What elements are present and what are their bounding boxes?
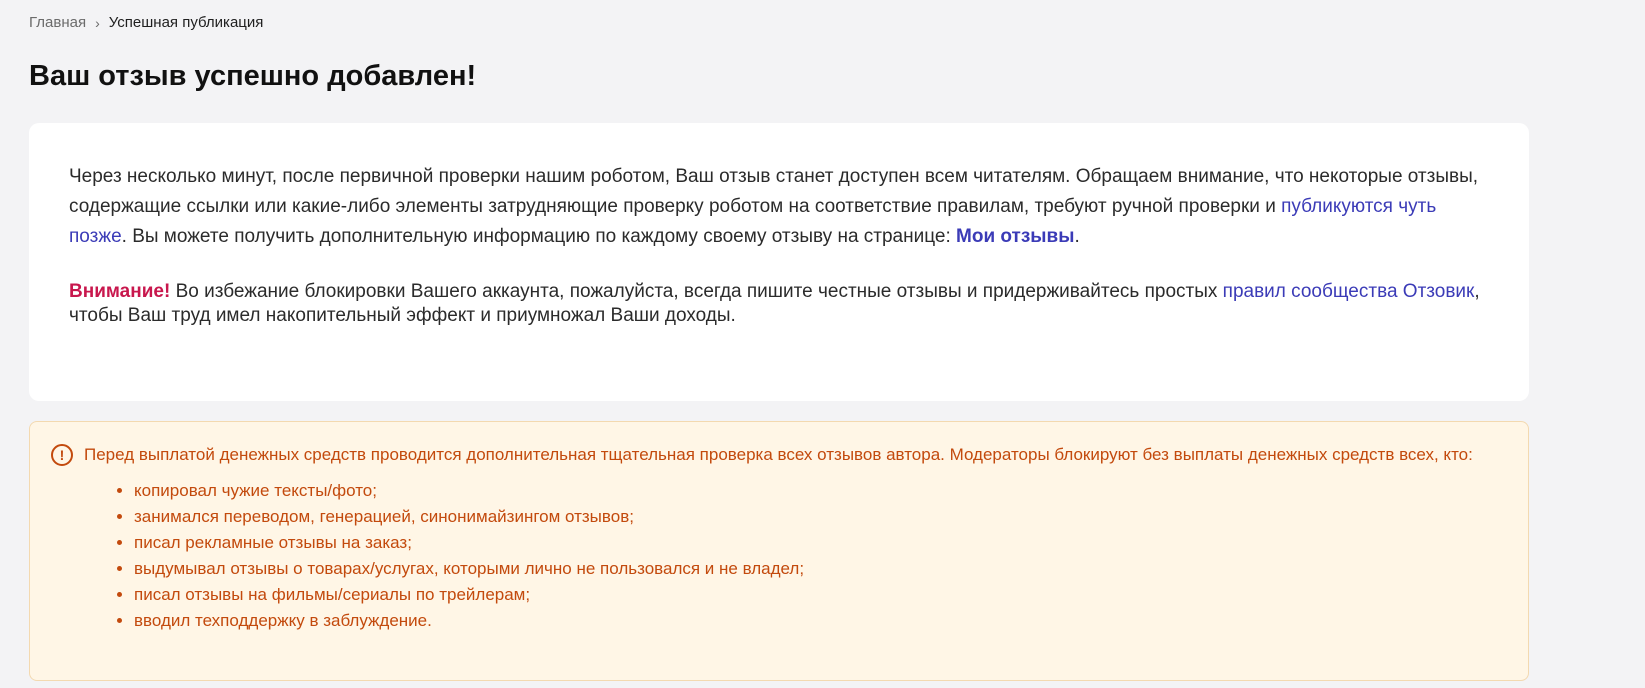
list-item: занимался переводом, генерацией, синоним… — [134, 504, 1488, 530]
warning-paragraph: Внимание! Во избежание блокировки Вашего… — [69, 280, 1489, 328]
breadcrumb: Главная › Успешная публикация — [29, 13, 263, 33]
list-item: вводил техподдержку в заблуждение. — [134, 608, 1488, 634]
list-item: писал отзывы на фильмы/сериалы по трейле… — [134, 582, 1488, 608]
info-text-1: Через несколько минут, после первичной п… — [69, 166, 1479, 217]
page: Главная › Успешная публикация Ваш отзыв … — [0, 0, 1645, 688]
moderation-alert: ! Перед выплатой денежных средств провод… — [29, 421, 1529, 681]
info-text-2: . Вы можете получить дополнительную инфо… — [121, 226, 957, 247]
page-title: Ваш отзыв успешно добавлен! — [29, 60, 477, 92]
my-reviews-link[interactable]: Мои отзывы — [956, 226, 1074, 247]
breadcrumb-separator: › — [95, 15, 100, 31]
community-rules-link[interactable]: правил сообщества Отзовик — [1223, 281, 1475, 302]
breadcrumb-home-link[interactable]: Главная — [29, 13, 86, 33]
info-paragraph: Через несколько минут, после первичной п… — [69, 162, 1489, 252]
warning-label: Внимание! — [69, 281, 171, 302]
info-card: Через несколько минут, после первичной п… — [29, 123, 1529, 401]
list-item: выдумывал отзывы о товарах/услугах, кото… — [134, 556, 1488, 582]
warning-text-1: Во избежание блокировки Вашего аккаунта,… — [170, 281, 1223, 302]
list-item: копировал чужие тексты/фото; — [134, 478, 1488, 504]
violations-list: копировал чужие тексты/фото; занимался п… — [84, 478, 1488, 634]
info-text-3: . — [1074, 226, 1080, 247]
breadcrumb-current: Успешная публикация — [108, 14, 264, 31]
alert-intro: Перед выплатой денежных средств проводит… — [84, 445, 1473, 464]
exclamation-circle-icon: ! — [51, 444, 73, 466]
list-item: писал рекламные отзывы на заказ; — [134, 530, 1488, 556]
